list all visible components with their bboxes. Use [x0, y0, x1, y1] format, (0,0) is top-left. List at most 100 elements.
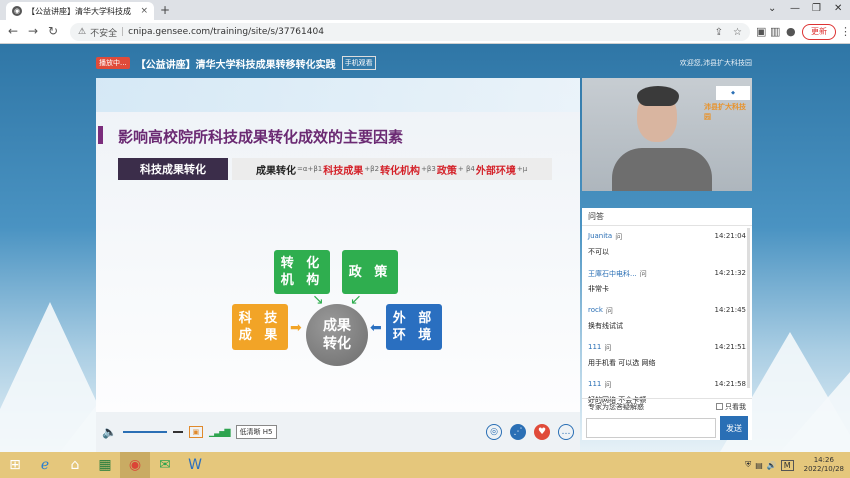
slide-title-accent: [98, 126, 103, 144]
slide-formula: 成果转化 =α+β1 科技成果 +β2 转化机构 +β3 政策 + β4 外部环…: [232, 158, 552, 180]
qa-user[interactable]: Juanita: [588, 232, 612, 242]
windows-start-icon[interactable]: ⊞: [0, 452, 30, 478]
qa-user[interactable]: 111: [588, 380, 601, 390]
reload-icon[interactable]: ↻: [48, 24, 58, 38]
qa-tag: 问: [615, 233, 623, 241]
box-text: 转 化: [280, 256, 324, 271]
formula-coef: +μ: [516, 165, 528, 173]
home-icon[interactable]: ⌂: [60, 452, 90, 478]
more-icon[interactable]: …: [558, 424, 574, 440]
player-controls: 🔈 ▣ ▁▃▅▇ 低清晰 H5 ◎ ⋰ ♥ …: [96, 412, 580, 452]
speaker-icon[interactable]: 🔈: [102, 425, 117, 439]
sidebar-icon[interactable]: ▥: [770, 25, 780, 38]
slide-top-band: [96, 78, 580, 112]
formula-term: 成果转化: [256, 165, 296, 177]
like-icon[interactable]: ◎: [486, 424, 502, 440]
extension-icon[interactable]: ▣: [756, 25, 766, 38]
quality-selector[interactable]: 低清晰 H5: [235, 425, 277, 439]
speaker-body: [612, 148, 712, 191]
ie-browser-icon[interactable]: ℯ: [30, 452, 60, 478]
maximize-icon[interactable]: ❐: [812, 3, 821, 14]
url-bar[interactable]: ⚠ 不安全 | cnipa.gensee.com/training/site/s…: [70, 23, 750, 41]
formula-coef: =α+β1: [297, 165, 323, 173]
wechat-icon[interactable]: ✉: [150, 452, 180, 478]
input-method-indicator[interactable]: M: [780, 459, 794, 471]
system-tray: ⛨ ▤ 🔊 M 14:26 2022/10/28: [745, 456, 850, 474]
tab-search-icon[interactable]: ⌄: [768, 3, 776, 14]
mobile-view-button[interactable]: 手机观看: [341, 56, 376, 70]
qa-scrollbar[interactable]: [747, 228, 750, 388]
formula-coef: +β2: [364, 165, 380, 173]
live-status-badge: 播放中...: [96, 57, 130, 69]
box-text: 科 技: [238, 311, 282, 326]
bookmark-star-icon[interactable]: ☆: [733, 27, 742, 38]
qa-text: 不可以: [588, 248, 609, 256]
volume-slider[interactable]: [122, 431, 167, 433]
factor-box-achievement: 科 技成 果: [232, 304, 288, 350]
mountain-decoration: [780, 372, 850, 452]
qa-user[interactable]: rock: [588, 306, 603, 316]
back-icon[interactable]: ←: [8, 24, 18, 38]
box-text: 成 果: [238, 328, 282, 343]
share-icon[interactable]: ⋰: [510, 424, 526, 440]
url-separator: |: [121, 27, 125, 37]
tab-title: 【公益讲座】清华大学科技成: [27, 6, 131, 16]
profile-icon[interactable]: ●: [786, 25, 796, 38]
checkbox-icon[interactable]: [716, 403, 723, 410]
spreadsheet-app-icon[interactable]: ▦: [90, 452, 120, 478]
close-window-icon[interactable]: ✕: [834, 3, 842, 14]
address-toolbar: ← → ↻ ⚠ 不安全 | cnipa.gensee.com/training/…: [0, 20, 850, 44]
qa-user[interactable]: 王庫石中电科...: [588, 269, 637, 279]
qa-item: rock 问 14:21:45 换有线试试: [588, 306, 746, 339]
url-text: cnipa.gensee.com/training/site/s/3776140…: [128, 27, 324, 37]
tab-close-icon[interactable]: ×: [140, 6, 148, 16]
qa-item: Juanita 问 14:21:04 不可以: [588, 232, 746, 265]
browser-tab[interactable]: ◉ 【公益讲座】清华大学科技成 ×: [6, 2, 154, 20]
formula-term: 转化机构: [380, 165, 421, 177]
volume-slider-remainder[interactable]: [172, 431, 183, 433]
minimize-icon[interactable]: —: [790, 3, 800, 14]
welcome-text: 欢迎您,沛县扩大科技园: [679, 59, 752, 67]
qa-text: 用手机看 可以选 网络: [588, 359, 656, 367]
formula-term: 科技成果: [323, 165, 364, 177]
center-circle: 成果 转化: [306, 304, 368, 366]
new-tab-button[interactable]: +: [160, 3, 170, 17]
factor-box-environment: 外 部环 境: [386, 304, 442, 350]
qa-item: 王庫石中电科... 问 14:21:32 非常卡: [588, 269, 746, 302]
formula-coef: +β3: [421, 165, 436, 173]
tray-volume-icon[interactable]: 🔊: [767, 461, 777, 470]
qa-user[interactable]: 111: [588, 343, 601, 353]
system-clock[interactable]: 14:26 2022/10/28: [804, 456, 844, 474]
org-logo-icon: ◆: [716, 86, 750, 100]
box-text: 政 策: [348, 264, 392, 280]
formula-term: 政策: [436, 165, 457, 177]
qa-text: 换有线试试: [588, 322, 623, 330]
speaker-hair: [637, 86, 679, 106]
qa-tag: 问: [604, 381, 612, 389]
site-favicon-icon: ◉: [12, 6, 22, 16]
qa-tag: 问: [639, 270, 647, 278]
circle-text: 成果: [323, 318, 351, 334]
tray-security-icon[interactable]: ⛨: [745, 460, 751, 470]
only-mine-checkbox[interactable]: 只看我: [716, 402, 746, 412]
forward-icon[interactable]: →: [28, 24, 38, 38]
chrome-icon[interactable]: ◉: [120, 452, 150, 478]
qa-text: 非常卡: [588, 285, 609, 293]
signal-icon: ▁▃▅▇: [208, 427, 231, 437]
box-text: 机 构: [280, 273, 324, 288]
share-icon[interactable]: ⇪: [715, 27, 723, 38]
course-header: 播放中... 【公益讲座】清华大学科技成果转移转化实践 手机观看 欢迎您,沛县扩…: [96, 54, 752, 72]
page-content: 播放中... 【公益讲座】清华大学科技成果转移转化实践 手机观看 欢迎您,沛县扩…: [0, 44, 850, 452]
menu-kebab-icon[interactable]: ⋮: [840, 25, 850, 38]
send-button[interactable]: 发送: [720, 416, 748, 440]
picture-icon[interactable]: ▣: [188, 426, 203, 438]
tray-network-icon[interactable]: ▤: [755, 461, 763, 470]
qa-list: Juanita 问 14:21:04 不可以 王庫石中电科... 问 14:21:32 …: [582, 226, 752, 415]
wps-writer-icon[interactable]: W: [180, 452, 210, 478]
factor-box-institution: 转 化机 构: [274, 250, 330, 294]
warning-icon: ⚠: [78, 27, 87, 37]
heart-icon[interactable]: ♥: [534, 424, 550, 440]
qa-time: 14:21:04: [714, 232, 746, 240]
question-input[interactable]: [586, 418, 716, 438]
update-button[interactable]: 更新: [802, 24, 836, 40]
